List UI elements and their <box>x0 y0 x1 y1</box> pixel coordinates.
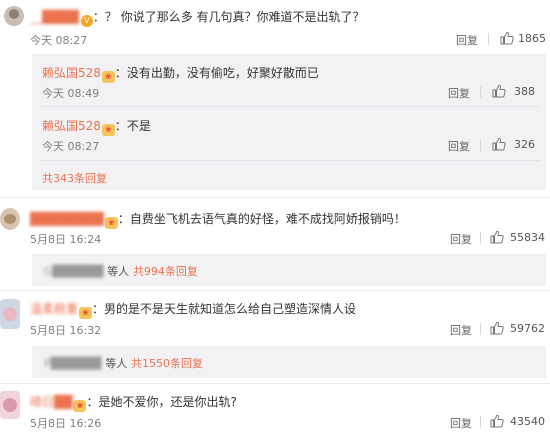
thumbs-up-icon[interactable] <box>492 84 506 98</box>
reply-1: 赖弘国528 ❀ ：没有出勤，没有偷吃，好聚好散而已 <box>42 64 319 83</box>
thumbs-up-icon[interactable] <box>500 31 514 45</box>
thumbs-up-icon[interactable] <box>490 414 504 428</box>
reply-button[interactable]: 回复 <box>448 138 470 154</box>
more-replies-link[interactable]: 共343条回复 <box>42 170 107 186</box>
avatar[interactable] <box>0 391 20 419</box>
separator <box>0 383 550 384</box>
avatar[interactable] <box>0 299 20 329</box>
thumbs-up-icon[interactable] <box>490 230 504 244</box>
comment-3: 温柔稳重 ❀ ：男的是不是天生就知道怎么给自己塑造深情人设 <box>30 300 356 319</box>
vip-badge-icon: ❀ <box>101 124 115 136</box>
comment-text: ：男的是不是天生就知道怎么给自己塑造深情人设 <box>92 302 357 316</box>
reply-button[interactable]: 回复 <box>450 415 472 431</box>
more-replies-link[interactable]: 共994条回复 <box>133 265 198 278</box>
summary-username[interactable]: G██████ <box>44 265 103 278</box>
like-count: 1865 <box>518 32 546 45</box>
reply-button[interactable]: 回复 <box>456 32 478 48</box>
separator <box>40 160 540 161</box>
comment-username[interactable]: 温柔稳重 <box>30 302 78 316</box>
divider <box>480 86 481 98</box>
thumbs-up-icon[interactable] <box>490 321 504 335</box>
reply-button[interactable]: 回复 <box>450 231 472 247</box>
comment-time: 5月8日 16:24 <box>30 233 102 246</box>
more-replies-link[interactable]: 共1550条回复 <box>131 357 203 370</box>
comment-1: __████ V：？ 你说了那么多 有几句真？你难道不是出轨了？ <box>30 8 365 27</box>
comment-4: 晴日██ ❀ ：是她不爱你，还是你出轨? <box>30 393 237 412</box>
like-count: 43540 <box>510 415 545 428</box>
comment-username[interactable]: 晴日██ <box>30 395 72 409</box>
summary-text: 等人 <box>107 265 130 278</box>
vip-badge-icon: ❀ <box>73 400 87 412</box>
reply-time: 今天 08:27 <box>42 140 100 153</box>
vip-badge-icon: ❀ <box>104 217 118 229</box>
avatar[interactable] <box>0 208 20 230</box>
like-count: 59762 <box>510 322 545 335</box>
reply-username[interactable]: 赖弘国528 <box>42 119 101 133</box>
replies-summary: P██████ 等人 共1550条回复 <box>44 355 203 371</box>
comment-2: ████████ ❀ ：自费坐飞机去语气真的好怪，难不成找阿娇报销吗！ <box>30 210 406 229</box>
summary-username[interactable]: P██████ <box>44 357 101 370</box>
reply-time: 今天 08:49 <box>42 87 100 100</box>
divider <box>480 416 481 428</box>
vip-badge-icon: V <box>80 15 93 27</box>
like-count: 326 <box>514 138 535 151</box>
comment-text: ：自费坐飞机去语气真的好怪，难不成找阿娇报销吗！ <box>117 212 406 226</box>
divider <box>480 232 481 244</box>
reply-text: ：不是 <box>114 119 151 133</box>
avatar[interactable] <box>4 6 24 26</box>
reply-2: 赖弘国528 ❀ ：不是 <box>42 117 151 136</box>
divider <box>488 33 489 45</box>
separator <box>0 197 550 198</box>
replies-summary: G██████ 等人 共994条回复 <box>44 263 198 279</box>
thumbs-up-icon[interactable] <box>492 137 506 151</box>
comment-text: ：？ 你说了那么多 有几句真？你难道不是出轨了？ <box>92 10 365 24</box>
like-count: 388 <box>514 85 535 98</box>
comment-time: 5月8日 16:26 <box>30 417 102 430</box>
summary-text: 等人 <box>105 357 128 370</box>
separator <box>40 106 540 107</box>
reply-username[interactable]: 赖弘国528 <box>42 66 101 80</box>
like-count: 55834 <box>510 231 545 244</box>
reply-button[interactable]: 回复 <box>448 85 470 101</box>
comment-time: 今天 08:27 <box>30 34 88 47</box>
vip-badge-icon: ❀ <box>79 307 93 319</box>
reply-button[interactable]: 回复 <box>450 322 472 338</box>
comment-username[interactable]: ████████ <box>30 212 104 226</box>
vip-badge-icon: ❀ <box>101 71 115 83</box>
divider <box>480 323 481 335</box>
reply-text: ：没有出勤，没有偷吃，好聚好散而已 <box>114 66 319 80</box>
comment-time: 5月8日 16:32 <box>30 324 102 337</box>
separator <box>0 290 550 291</box>
divider <box>480 139 481 151</box>
comment-text: ：是她不爱你，还是你出轨? <box>86 395 237 409</box>
comment-username[interactable]: __████ <box>30 10 79 24</box>
